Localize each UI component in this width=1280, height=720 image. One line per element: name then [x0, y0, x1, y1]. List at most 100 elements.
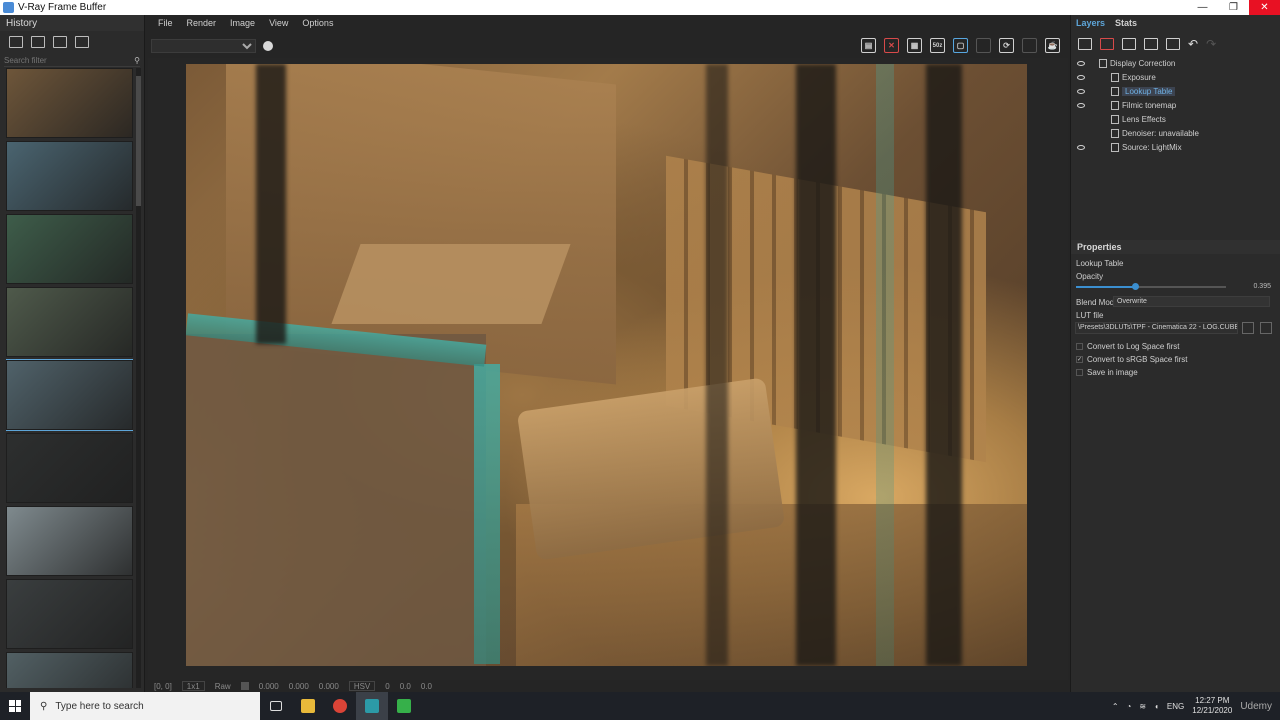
eye-icon[interactable] — [1077, 88, 1085, 94]
camtasia-icon[interactable] — [388, 692, 420, 720]
opacity-slider[interactable] — [1076, 283, 1226, 290]
layer-row[interactable]: Source: LightMix — [1071, 140, 1280, 154]
start-button[interactable] — [0, 692, 30, 720]
menu-render[interactable]: Render — [187, 18, 217, 28]
lut-file-field[interactable]: \Presets\3DLUTs\TPF - Cinematica 22 - LO… — [1075, 322, 1238, 334]
close-button[interactable]: ✕ — [1249, 0, 1280, 15]
history-panel: History ⚲ — [0, 15, 145, 692]
network-icon[interactable]: ◔ — [1127, 702, 1132, 711]
layer-row[interactable]: Display Correction — [1071, 56, 1280, 70]
blend-mode-dropdown[interactable]: Overwrite — [1113, 296, 1270, 307]
opacity-value[interactable]: 0.395 — [1231, 283, 1271, 294]
restore-button[interactable]: ❐ — [1218, 0, 1249, 15]
layer-type-icon — [1111, 142, 1119, 152]
history-thumbnail[interactable] — [6, 214, 133, 284]
layer-label: Source: LightMix — [1122, 142, 1182, 152]
menu-file[interactable]: File — [158, 18, 173, 28]
save-icon[interactable]: ▤ — [861, 38, 876, 53]
history-thumbnail[interactable] — [6, 579, 133, 649]
layer-list-icon[interactable] — [1166, 38, 1180, 50]
compare-icon[interactable]: ▢ — [953, 38, 968, 53]
opacity-slider-handle[interactable] — [1132, 283, 1140, 290]
save-to-history-icon[interactable] — [9, 36, 23, 48]
layer-row[interactable]: Denoiser: unavailable — [1071, 126, 1280, 140]
clock-date: 12/21/2020 — [1192, 706, 1233, 715]
history-thumbnail[interactable] — [6, 652, 133, 688]
history-scrollbar[interactable] — [136, 68, 141, 688]
layer-row[interactable]: Filmic tonemap — [1071, 98, 1280, 112]
undo-icon[interactable]: ↶ — [1188, 37, 1198, 51]
load-layers-icon[interactable] — [1144, 38, 1158, 50]
vray-app-icon — [3, 2, 14, 13]
taskbar-search[interactable]: ⚲ Type here to search — [30, 692, 260, 720]
add-layer-icon[interactable] — [1078, 38, 1092, 50]
search-icon[interactable]: ⚲ — [134, 56, 140, 65]
eye-icon[interactable] — [1077, 144, 1085, 150]
title-bar: V-Ray Frame Buffer — ❐ ✕ — [0, 0, 1280, 15]
stop-icon[interactable] — [1022, 38, 1037, 53]
zoom-icon[interactable]: 50z — [930, 38, 945, 53]
render-viewport[interactable] — [148, 58, 1068, 680]
history-search-input[interactable] — [4, 56, 104, 65]
layer-row[interactable]: Lens Effects — [1071, 112, 1280, 126]
layer-row[interactable]: Lookup Table — [1071, 84, 1280, 98]
eye-icon[interactable] — [1077, 74, 1085, 80]
task-view-icon[interactable] — [260, 692, 292, 720]
checkbox[interactable] — [1076, 343, 1083, 350]
render-icon[interactable]: ⟳ — [999, 38, 1014, 53]
checkbox[interactable] — [1076, 369, 1083, 376]
region-icon[interactable]: ▦ — [907, 38, 922, 53]
delete-layer-icon[interactable] — [1100, 38, 1114, 50]
chevron-up-icon[interactable]: ⌃ — [1112, 702, 1119, 711]
menu-image[interactable]: Image — [230, 18, 255, 28]
ab-compare-icon[interactable] — [31, 36, 45, 48]
layer-row[interactable]: Exposure — [1071, 70, 1280, 84]
layer-name: Lookup Table — [1076, 259, 1124, 268]
history-thumbnail[interactable] — [6, 506, 133, 576]
menu-options[interactable]: Options — [302, 18, 333, 28]
load-history-icon[interactable] — [53, 36, 67, 48]
clear-icon[interactable]: ✕ — [884, 38, 899, 53]
lut-option: Save in image — [1071, 366, 1280, 379]
channel-select[interactable] — [151, 39, 256, 53]
color-sphere-icon[interactable] — [263, 41, 273, 51]
clock[interactable]: 12:27 PM 12/21/2020 — [1192, 696, 1232, 716]
teapot-icon[interactable]: ☕ — [1045, 38, 1060, 53]
remove-history-icon[interactable] — [75, 36, 89, 48]
lut-option: ✓ Convert to sRGB Space first — [1071, 353, 1280, 366]
history-thumbnail[interactable] — [6, 287, 133, 357]
eye-icon[interactable] — [1077, 102, 1085, 108]
lock-icon[interactable] — [976, 38, 991, 53]
save-layers-icon[interactable] — [1122, 38, 1136, 50]
volume-icon[interactable]: ◖ — [1154, 702, 1159, 711]
wifi-icon[interactable]: ≋ — [1139, 702, 1146, 711]
tab-stats[interactable]: Stats — [1115, 18, 1137, 28]
color-mode-dropdown[interactable]: HSV — [348, 681, 376, 691]
checkbox[interactable]: ✓ — [1076, 356, 1083, 363]
history-toolbar — [0, 31, 144, 53]
layers-toolbar: ↶ ↷ — [1071, 33, 1280, 55]
history-thumbnail[interactable] — [6, 141, 133, 211]
3dsmax-icon[interactable] — [356, 692, 388, 720]
chrome-icon[interactable] — [324, 692, 356, 720]
history-thumbnail[interactable] — [6, 359, 133, 431]
browse-folder-icon[interactable] — [1242, 322, 1254, 334]
history-thumbnail[interactable] — [6, 68, 133, 138]
minimize-button[interactable]: — — [1187, 0, 1218, 15]
menu-view[interactable]: View — [269, 18, 288, 28]
taskbar-search-placeholder: Type here to search — [55, 700, 144, 712]
v-value: 0.0 — [420, 681, 432, 691]
opacity-row: 0.395 — [1071, 283, 1280, 296]
language-indicator[interactable]: ENG — [1167, 702, 1184, 711]
lut-list-icon[interactable] — [1260, 322, 1272, 334]
pixel-swatch — [240, 682, 249, 690]
history-thumbnail[interactable] — [6, 433, 133, 503]
tab-layers[interactable]: Layers — [1076, 18, 1105, 28]
layer-tabs: Layers Stats — [1071, 15, 1280, 31]
eye-icon[interactable] — [1077, 60, 1085, 66]
udemy-watermark: Udemy — [1240, 700, 1272, 712]
file-explorer-icon[interactable] — [292, 692, 324, 720]
redo-icon[interactable]: ↷ — [1206, 37, 1216, 51]
status-bar: [0, 0] 1x1 Raw 0.000 0.000 0.000 HSV 0 0… — [148, 680, 1068, 692]
zoom-dropdown[interactable]: 1x1 — [181, 681, 205, 691]
